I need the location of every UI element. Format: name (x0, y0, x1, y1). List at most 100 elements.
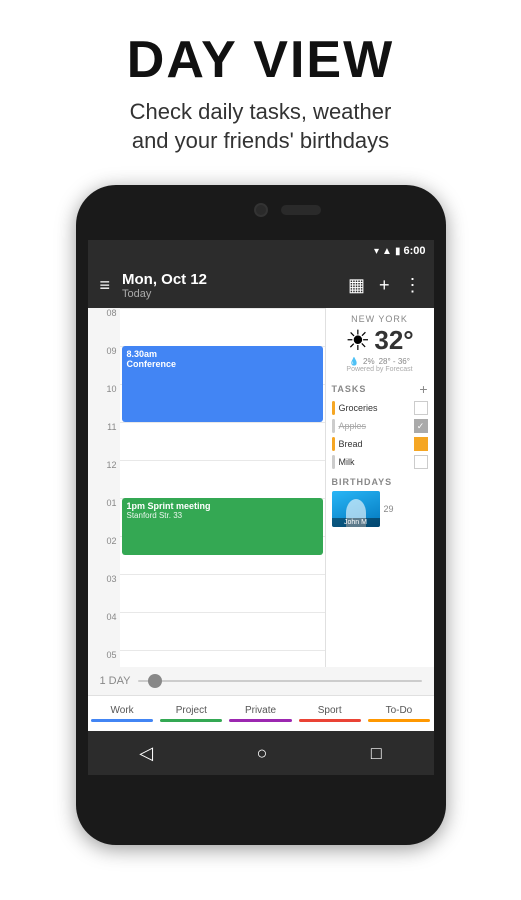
phone-device: ▾ ▲ ▮ 6:00 ≡ Mon, Oct 12 Today ▦ + ⋮ (76, 185, 446, 845)
birthdays-section: BIRTHDAYS John M 29 (332, 477, 428, 527)
weather-sun-icon: ☀ (345, 324, 370, 357)
menu-icon[interactable]: ≡ (100, 275, 111, 296)
tab-bar-project (160, 719, 222, 722)
more-options-icon[interactable]: ⋮ (404, 275, 422, 296)
page-subtitle: Check daily tasks, weatherand your frien… (20, 98, 501, 155)
birthday-photo: John M (332, 491, 380, 527)
weather-forecast-label: Powered by Forecast (332, 366, 428, 373)
time-slot: 04 (88, 612, 120, 650)
task-label: Groceries (339, 403, 410, 413)
slider-track[interactable] (138, 680, 421, 682)
hour-line (120, 574, 325, 575)
time-slot: 03 (88, 574, 120, 612)
time-slot: 01 (88, 498, 120, 536)
hour-line (120, 650, 325, 651)
task-checkbox-milk[interactable] (414, 455, 428, 469)
hour-line (120, 422, 325, 423)
hour-line (120, 460, 325, 461)
event-title: Conference (127, 359, 318, 369)
weather-main: ☀ 32° (332, 324, 428, 357)
tab-bar-todo (368, 719, 430, 722)
birthdays-title: BIRTHDAYS (332, 477, 393, 487)
recents-button[interactable]: □ (371, 743, 382, 764)
tab-label: Private (245, 705, 276, 716)
tab-todo[interactable]: To-Do (364, 705, 433, 722)
calendar-icon[interactable]: ▦ (348, 275, 365, 296)
event-time: 8.30am (127, 349, 318, 359)
time-slot: 11 (88, 422, 120, 460)
birthday-item: John M 29 (332, 491, 428, 527)
tasks-title: TASKS (332, 384, 367, 394)
tab-label: Sport (318, 705, 342, 716)
tab-label: Project (176, 705, 207, 716)
task-checkbox-groceries[interactable] (414, 401, 428, 415)
toolbar-date-area: Mon, Oct 12 Today (122, 271, 348, 300)
task-label: Bread (339, 439, 410, 449)
wifi-icon: ▾ (374, 246, 379, 257)
right-panel: NEW YORK ☀ 32° 💧 2% 28° - 36° Powered by… (326, 308, 434, 667)
home-button[interactable]: ○ (257, 743, 268, 764)
add-task-button[interactable]: + (419, 381, 427, 397)
toolbar-date: Mon, Oct 12 (122, 271, 348, 288)
task-item-bread: Bread (332, 437, 428, 451)
phone-wrapper: ▾ ▲ ▮ 6:00 ≡ Mon, Oct 12 Today ▦ + ⋮ (0, 185, 521, 845)
tasks-section: TASKS + Groceries Apples (332, 381, 428, 469)
time-slot: 02 (88, 536, 120, 574)
task-indicator (332, 419, 335, 433)
signal-icon: ▲ (382, 246, 392, 257)
time-slot: 12 (88, 460, 120, 498)
rain-drop-icon: 💧 (349, 357, 359, 366)
weather-city: NEW YORK (332, 314, 428, 324)
header-area: DAY VIEW Check daily tasks, weatherand y… (0, 0, 521, 175)
add-event-icon[interactable]: + (379, 275, 390, 296)
birthday-name: John M (332, 518, 380, 527)
hour-line (120, 612, 325, 613)
task-indicator (332, 437, 335, 451)
weather-temp: 32° (374, 325, 413, 356)
checkmark-icon: ✓ (417, 421, 425, 432)
tab-bar-work (91, 719, 153, 722)
status-time: 6:00 (403, 245, 425, 257)
battery-icon: ▮ (395, 246, 401, 257)
weather-details: 💧 2% 28° - 36° (332, 357, 428, 366)
task-item-milk: Milk (332, 455, 428, 469)
tab-work[interactable]: Work (88, 705, 157, 722)
nav-bar: ◁ ○ □ (88, 731, 434, 775)
toolbar-today: Today (122, 288, 348, 300)
tasks-header: TASKS + (332, 381, 428, 397)
back-button[interactable]: ◁ (139, 743, 153, 764)
tab-bar-private (229, 719, 291, 722)
phone-camera (254, 203, 268, 217)
calendar-area: 8.30am Conference 1pm Sprint meeting Sta… (120, 308, 326, 667)
weather-range: 28° - 36° (379, 357, 410, 366)
calendar-tabs: Work Project Private Sport To-Do (88, 695, 434, 731)
birthday-age: 29 (384, 504, 394, 514)
time-slot: 09 (88, 346, 120, 384)
rain-chance: 2% (363, 357, 375, 366)
task-label: Milk (339, 457, 410, 467)
task-indicator (332, 401, 335, 415)
tab-label: Work (111, 705, 134, 716)
main-content: 08 09 10 11 12 01 02 03 04 05 06 07 08 0… (88, 308, 434, 667)
tab-project[interactable]: Project (157, 705, 226, 722)
task-indicator (332, 455, 335, 469)
event-sprint[interactable]: 1pm Sprint meeting Stanford Str. 33 (122, 498, 323, 555)
tab-label: To-Do (386, 705, 413, 716)
status-icons: ▾ ▲ ▮ 6:00 (374, 245, 425, 257)
toolbar-actions: ▦ + ⋮ (348, 275, 422, 296)
tab-bar-sport (299, 719, 361, 722)
task-item-groceries: Groceries (332, 401, 428, 415)
status-bar: ▾ ▲ ▮ 6:00 (88, 240, 434, 262)
hour-line (120, 308, 325, 309)
tab-private[interactable]: Private (226, 705, 295, 722)
task-checkbox-bread[interactable] (414, 437, 428, 451)
event-conference[interactable]: 8.30am Conference (122, 346, 323, 422)
day-slider: 1 DAY (88, 667, 434, 695)
phone-screen: ▾ ▲ ▮ 6:00 ≡ Mon, Oct 12 Today ▦ + ⋮ (88, 240, 434, 775)
event-location: Stanford Str. 33 (127, 511, 318, 520)
task-checkbox-apples[interactable]: ✓ (414, 419, 428, 433)
time-slot: 05 (88, 650, 120, 667)
slider-thumb[interactable] (148, 674, 162, 688)
time-slot: 10 (88, 384, 120, 422)
tab-sport[interactable]: Sport (295, 705, 364, 722)
